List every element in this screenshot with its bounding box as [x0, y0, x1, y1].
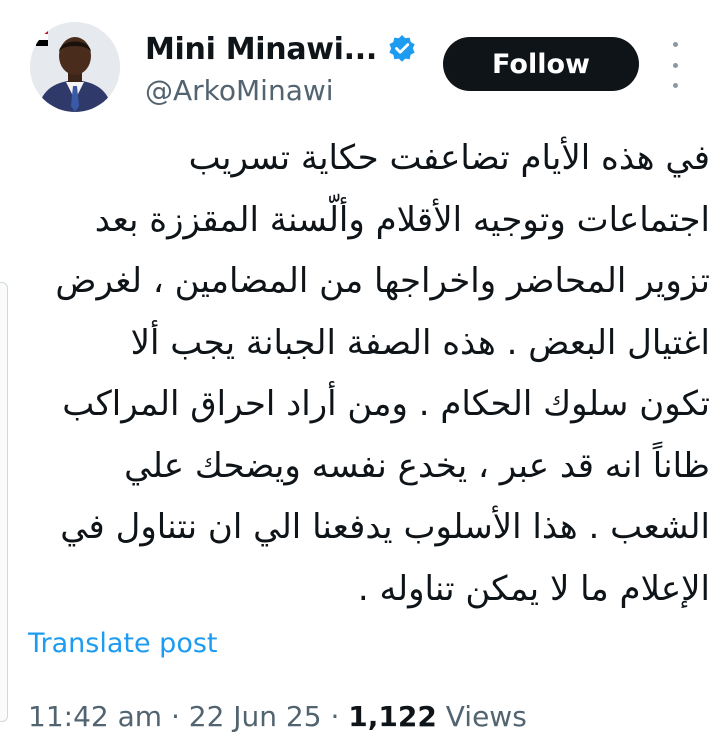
display-name[interactable]: Mini Minawi...: [145, 32, 377, 67]
views-count: 1,122: [348, 700, 437, 733]
follow-button[interactable]: Follow: [443, 37, 639, 91]
translate-post-link[interactable]: Translate post: [28, 628, 218, 659]
more-dot: [672, 83, 678, 88]
avatar[interactable]: [30, 22, 120, 112]
adjacent-panel-edge: [0, 282, 8, 722]
meta-separator: ·: [330, 700, 340, 733]
post-meta: 11:42 am · 22 Jun 25 · 1,122 Views: [28, 700, 527, 733]
verified-badge-icon: [387, 34, 417, 64]
more-options-icon[interactable]: [664, 42, 686, 88]
profile-photo-icon: [30, 22, 120, 112]
post-time[interactable]: 11:42 am: [28, 700, 162, 733]
more-dot: [672, 62, 678, 68]
post-text: في هذه الأيام تضاعفت حكاية تسريب اجتماعا…: [55, 138, 710, 609]
user-name-row: Mini Minawi...: [145, 28, 417, 70]
meta-separator: ·: [170, 700, 180, 733]
views-label: Views: [445, 700, 527, 733]
user-handle[interactable]: @ArkoMinawi: [145, 74, 334, 107]
more-dot: [672, 42, 678, 47]
post-date[interactable]: 22 Jun 25: [189, 700, 322, 733]
